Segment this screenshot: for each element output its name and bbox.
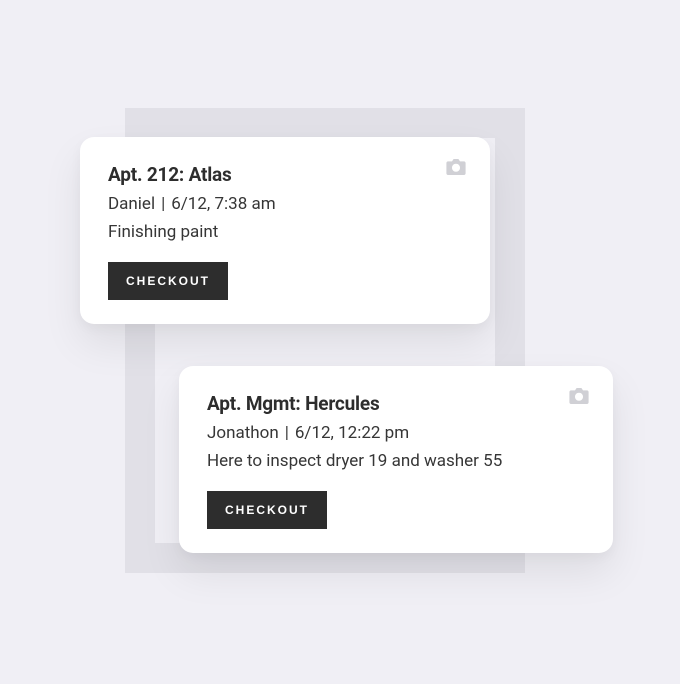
visit-card: Apt. Mgmt: Hercules Jonathon | 6/12, 12:22… (179, 366, 613, 553)
card-person: Daniel (108, 194, 155, 214)
visit-card: Apt. 212: Atlas Daniel | 6/12, 7:38 am Fin… (80, 137, 490, 324)
card-meta: Jonathon | 6/12, 12:22 pm (207, 423, 585, 443)
checkout-button[interactable]: CHECKOUT (207, 491, 327, 529)
meta-separator: | (285, 423, 289, 443)
card-title: Apt. Mgmt: Hercules (207, 392, 585, 415)
camera-icon[interactable] (446, 159, 466, 175)
card-person: Jonathon (207, 423, 279, 443)
meta-separator: | (161, 194, 165, 214)
camera-icon[interactable] (569, 388, 589, 404)
card-timestamp: 6/12, 7:38 am (171, 194, 275, 214)
checkout-button[interactable]: CHECKOUT (108, 262, 228, 300)
card-timestamp: 6/12, 12:22 pm (295, 423, 409, 443)
card-note: Here to inspect dryer 19 and washer 55 (207, 451, 585, 471)
card-meta: Daniel | 6/12, 7:38 am (108, 194, 462, 214)
card-note: Finishing paint (108, 222, 462, 242)
card-title: Apt. 212: Atlas (108, 163, 462, 186)
